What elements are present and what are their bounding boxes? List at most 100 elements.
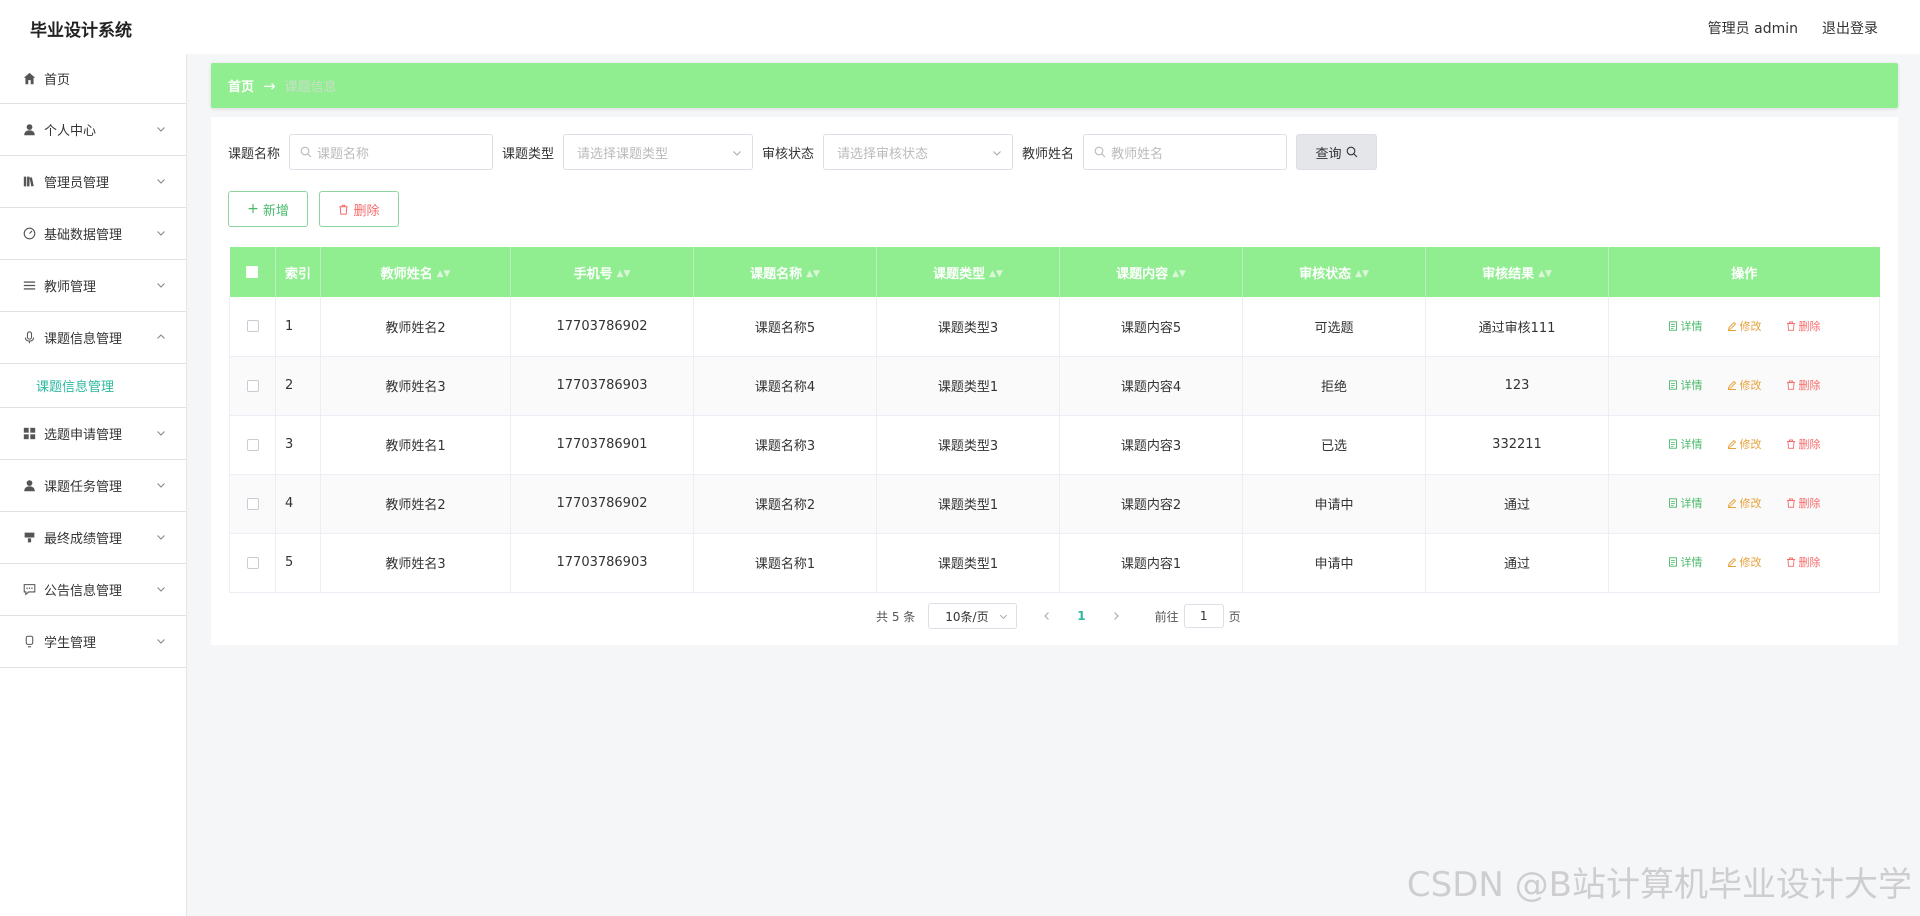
edit-button[interactable]: 修改: [1727, 318, 1762, 334]
prev-page-button[interactable]: [1039, 608, 1055, 624]
document-icon: [1668, 498, 1677, 508]
add-button[interactable]: + 新增: [228, 191, 308, 227]
sort-icon[interactable]: ▲▼: [1538, 269, 1552, 279]
edit-button[interactable]: 修改: [1727, 554, 1762, 570]
query-button[interactable]: 查询: [1296, 134, 1378, 170]
edit-icon: [1727, 498, 1736, 508]
next-page-button[interactable]: [1108, 608, 1124, 624]
detail-label: 详情: [1680, 556, 1703, 569]
detail-button[interactable]: 详情: [1668, 436, 1703, 452]
chevron-down-icon: [993, 151, 1001, 156]
edit-button[interactable]: 修改: [1727, 495, 1762, 511]
sort-icon[interactable]: ▲▼: [1355, 269, 1369, 279]
sidebar-item-admin[interactable]: 管理员管理: [0, 156, 186, 208]
sort-icon[interactable]: ▲▼: [1172, 269, 1186, 279]
topic-name-input[interactable]: 课题名称: [289, 134, 494, 170]
document-icon: [1668, 321, 1677, 331]
table-row: 4 教师姓名2 17703786902 课题名称2 课题类型1 课题内容2 申请中 通过 详情 修…: [229, 474, 1880, 533]
sidebar-item-label: 选题申请管理: [44, 428, 123, 443]
delete-button[interactable]: 删除: [1786, 377, 1821, 393]
review-status-select[interactable]: 请选择审核状态: [823, 134, 1014, 170]
delete-button[interactable]: 删除: [1786, 318, 1821, 334]
edit-button[interactable]: 修改: [1727, 377, 1762, 393]
sidebar-item-label: 个人中心: [44, 124, 97, 139]
sort-icon[interactable]: ▲▼: [437, 269, 451, 279]
column-header[interactable]: 课题类型 ▲▼: [876, 247, 1060, 297]
sidebar-item-topic-application[interactable]: 选题申请管理: [0, 408, 186, 460]
cell-status: 申请中: [1242, 533, 1426, 592]
detail-button[interactable]: 详情: [1668, 377, 1703, 393]
review-status-label: 审核状态: [762, 146, 815, 162]
topic-type-label: 课题类型: [502, 146, 555, 162]
delete-button[interactable]: 删除: [1786, 495, 1821, 511]
column-header[interactable]: 课题名称 ▲▼: [693, 247, 877, 297]
column-header[interactable]: 审核结果 ▲▼: [1425, 247, 1609, 297]
edit-icon: [1727, 439, 1736, 449]
cell-content: 课题内容5: [1059, 297, 1243, 356]
edit-button[interactable]: 修改: [1727, 436, 1762, 452]
sort-icon[interactable]: ▲▼: [989, 269, 1003, 279]
breadcrumb: 首页 → 课题信息: [211, 63, 1898, 108]
row-checkbox[interactable]: [246, 379, 259, 392]
cell-topic: 课题名称3: [693, 415, 877, 474]
topic-type-select[interactable]: 请选择课题类型: [563, 134, 754, 170]
row-select-cell[interactable]: [229, 415, 276, 474]
sidebar-item-base-data[interactable]: 基础数据管理: [0, 208, 186, 260]
cell-phone: 17703786901: [510, 415, 694, 474]
select-all-cell[interactable]: [229, 247, 276, 297]
cell-type: 课题类型1: [876, 533, 1060, 592]
sort-icon[interactable]: ▲▼: [617, 269, 631, 279]
sidebar-item-profile[interactable]: 个人中心: [0, 104, 186, 156]
page-number[interactable]: 1: [1077, 609, 1085, 623]
sidebar-item-home[interactable]: 首页: [0, 54, 186, 104]
list-icon: [22, 279, 36, 293]
review-status-placeholder: 请选择审核状态: [837, 146, 929, 162]
row-select-cell[interactable]: [229, 533, 276, 592]
column-header[interactable]: 审核状态 ▲▼: [1242, 247, 1426, 297]
chevron-down-icon: [156, 635, 166, 645]
cell-teacher: 教师姓名3: [320, 356, 511, 415]
sidebar-item-topic-info[interactable]: 课题信息管理: [0, 312, 186, 364]
search-icon: [1094, 146, 1106, 158]
goto-page-input[interactable]: [1183, 604, 1224, 628]
row-select-cell[interactable]: [229, 297, 276, 356]
row-checkbox[interactable]: [246, 320, 259, 333]
submenu-item-topic-info[interactable]: 课题信息管理: [0, 364, 186, 408]
column-header[interactable]: 手机号 ▲▼: [510, 247, 694, 297]
detail-button[interactable]: 详情: [1668, 495, 1703, 511]
delete-label: 删除: [1798, 379, 1821, 392]
chevron-down-icon: [156, 279, 166, 289]
column-header[interactable]: 教师姓名 ▲▼: [320, 247, 511, 297]
sidebar-item-students[interactable]: 学生管理: [0, 616, 186, 668]
sidebar-item-final-grade[interactable]: 最终成绩管理: [0, 512, 186, 564]
cell-type: 课题类型1: [876, 474, 1060, 533]
row-select-cell[interactable]: [229, 356, 276, 415]
select-all-checkbox[interactable]: [246, 266, 259, 278]
row-checkbox[interactable]: [246, 497, 259, 510]
breadcrumb-home[interactable]: 首页: [228, 76, 254, 95]
page-size-select[interactable]: 10条/页: [928, 603, 1018, 629]
cell-content: 课题内容2: [1059, 474, 1243, 533]
detail-button[interactable]: 详情: [1668, 554, 1703, 570]
search-bar: 课题名称 课题名称 课题类型 请选择课题类型 审核状态 请选择审核状态 教师姓名…: [228, 134, 1378, 170]
sort-icon[interactable]: ▲▼: [806, 269, 820, 279]
batch-delete-button[interactable]: 删除: [319, 191, 399, 227]
cell-result: 通过: [1425, 474, 1609, 533]
cell-index: 4: [275, 474, 321, 533]
logout-link[interactable]: 退出登录: [1822, 18, 1878, 38]
column-header[interactable]: 课题内容 ▲▼: [1059, 247, 1243, 297]
row-checkbox[interactable]: [246, 438, 259, 451]
delete-button[interactable]: 删除: [1786, 554, 1821, 570]
sidebar-item-announcement[interactable]: 公告信息管理: [0, 564, 186, 616]
trash-icon: [1786, 380, 1795, 390]
cell-phone: 17703786902: [510, 297, 694, 356]
cell-operations: 详情 修改 删除: [1608, 474, 1880, 533]
sidebar-item-teachers[interactable]: 教师管理: [0, 260, 186, 312]
trash-icon: [1786, 321, 1795, 331]
sidebar-item-topic-task[interactable]: 课题任务管理: [0, 460, 186, 512]
row-select-cell[interactable]: [229, 474, 276, 533]
teacher-name-input[interactable]: 教师姓名: [1083, 134, 1288, 170]
detail-button[interactable]: 详情: [1668, 318, 1703, 334]
delete-button[interactable]: 删除: [1786, 436, 1821, 452]
row-checkbox[interactable]: [246, 556, 259, 569]
